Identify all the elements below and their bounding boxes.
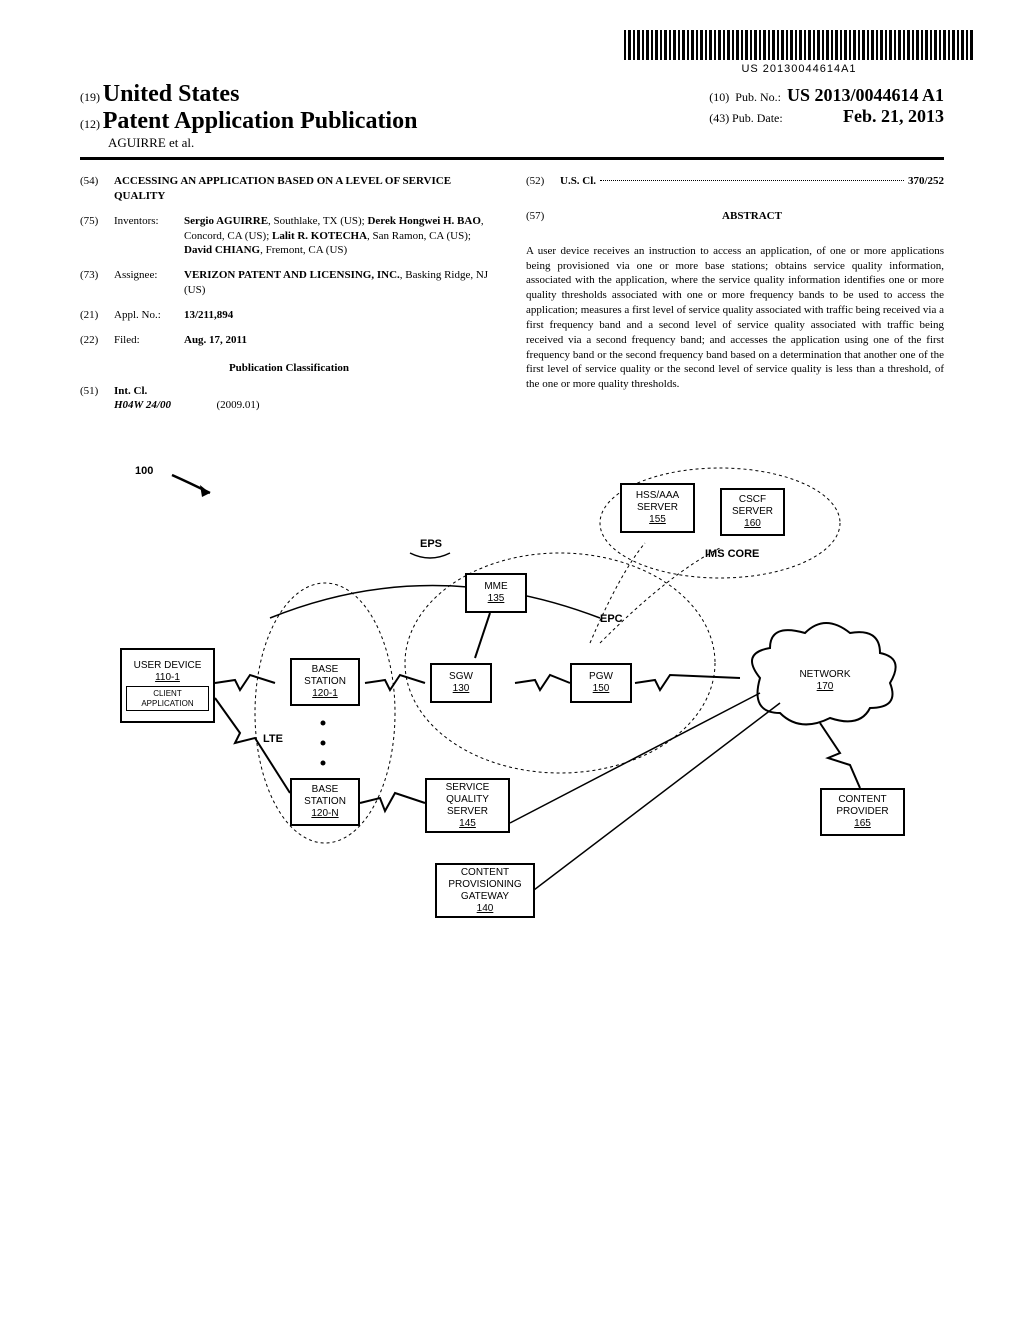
filed-value: Aug. 17, 2011	[184, 333, 498, 348]
code-22: (22)	[80, 333, 114, 348]
left-column: (54) ACCESSING AN APPLICATION BASED ON A…	[80, 174, 498, 423]
code-21: (21)	[80, 308, 114, 323]
appl-no-value: 13/211,894	[184, 308, 498, 323]
code-57: (57)	[526, 209, 560, 224]
inventor-name-4: David CHIANG	[184, 244, 260, 256]
field-abstract-heading: (57) ABSTRACT	[526, 209, 944, 234]
code-73: (73)	[80, 268, 114, 298]
header-left: (19) United States (12) Patent Applicati…	[80, 81, 417, 151]
header-block: (19) United States (12) Patent Applicati…	[80, 81, 944, 151]
authors-line: AGUIRRE et al.	[80, 135, 417, 151]
label-lte: LTE	[263, 733, 283, 745]
code-10: (10)	[709, 90, 729, 105]
figure-1: 100 EPS LTE EPC IMS CORE USER DEVICE 110…	[80, 453, 944, 983]
box-client-app: CLIENT APPLICATION	[126, 686, 209, 711]
us-cl-value: 370/252	[908, 174, 944, 189]
field-filed: (22) Filed: Aug. 17, 2011	[80, 333, 498, 348]
code-43: (43)	[709, 111, 729, 125]
patent-page: US 20130044614A1 (19) United States (12)…	[0, 0, 1024, 1320]
barcode-text: US 20130044614A1	[624, 63, 974, 75]
field-title: (54) ACCESSING AN APPLICATION BASED ON A…	[80, 174, 498, 204]
assignee-name: VERIZON PATENT AND LICENSING, INC.	[184, 269, 400, 281]
box-sqs: SERVICE QUALITY SERVER 145	[425, 778, 510, 833]
box-base-station-n: BASE STATION 120-N	[290, 778, 360, 826]
pub-no-label: Pub. No.:	[735, 90, 781, 105]
box-user-device: USER DEVICE 110-1 CLIENT APPLICATION	[120, 648, 215, 723]
box-hss: HSS/AAA SERVER 155	[620, 483, 695, 533]
field-us-cl: (52) U.S. Cl. 370/252	[526, 174, 944, 189]
inventor-name-1: Sergio AGUIRRE	[184, 215, 268, 227]
header-right: (10) Pub. No.: US 2013/0044614 A1 (43) P…	[709, 85, 944, 127]
int-cl-label: Int. Cl.	[114, 385, 147, 397]
country: United States	[103, 81, 240, 107]
pub-date-label: Pub. Date:	[732, 111, 783, 125]
box-sgw: SGW 130	[430, 663, 492, 703]
box-base-station-1: BASE STATION 120-1	[290, 658, 360, 706]
inventor-name-3: Lalit R. KOTECHA	[272, 230, 367, 242]
doc-type: Patent Application Publication	[103, 108, 418, 134]
abstract-text: A user device receives an instruction to…	[526, 244, 944, 392]
field-appl-no: (21) Appl. No.: 13/211,894	[80, 308, 498, 323]
int-cl-class: H04W 24/00	[114, 399, 171, 411]
assignee-value: VERIZON PATENT AND LICENSING, INC., Bask…	[184, 268, 498, 298]
box-pgw: PGW 150	[570, 663, 632, 703]
label-ims: IMS CORE	[705, 548, 759, 560]
box-cpg: CONTENT PROVISIONING GATEWAY 140	[435, 863, 535, 918]
int-cl-edition: (2009.01)	[216, 399, 259, 411]
box-cscf: CSCF SERVER 160	[720, 488, 785, 536]
box-mme: MME 135	[465, 573, 527, 613]
code-52: (52)	[526, 174, 560, 189]
code-54: (54)	[80, 174, 114, 204]
right-column: (52) U.S. Cl. 370/252 (57) ABSTRACT A us…	[526, 174, 944, 423]
code-51: (51)	[80, 384, 114, 414]
pub-no-value: US 2013/0044614 A1	[787, 85, 944, 106]
label-eps: EPS	[420, 538, 442, 550]
field-inventors: (75) Inventors: Sergio AGUIRRE, Southlak…	[80, 214, 498, 259]
pub-date-value: Feb. 21, 2013	[843, 106, 944, 127]
us-cl-label: U.S. Cl.	[560, 174, 596, 189]
biblio-columns: (54) ACCESSING AN APPLICATION BASED ON A…	[80, 174, 944, 423]
pub-class-heading: Publication Classification	[80, 362, 498, 374]
box-content-provider: CONTENT PROVIDER 165	[820, 788, 905, 836]
title-value: ACCESSING AN APPLICATION BASED ON A LEVE…	[114, 174, 498, 204]
barcode-block: US 20130044614A1	[80, 30, 974, 75]
inventors-label: Inventors:	[114, 214, 184, 259]
filed-label: Filed:	[114, 333, 184, 348]
field-int-cl: (51) Int. Cl. H04W 24/00 (2009.01)	[80, 384, 498, 414]
field-assignee: (73) Assignee: VERIZON PATENT AND LICENS…	[80, 268, 498, 298]
abstract-label: ABSTRACT	[560, 209, 944, 224]
code-19: (19)	[80, 90, 100, 104]
box-network: NETWORK 170	[785, 661, 865, 701]
code-12: (12)	[80, 117, 100, 131]
inventors-value: Sergio AGUIRRE, Southlake, TX (US); Dere…	[184, 214, 498, 259]
int-cl-value: Int. Cl. H04W 24/00 (2009.01)	[114, 384, 498, 414]
assignee-label: Assignee:	[114, 268, 184, 298]
inventor-name-2: Derek Hongwei H. BAO	[367, 215, 480, 227]
label-epc: EPC	[600, 613, 623, 625]
barcode-graphic	[624, 30, 974, 60]
figure-ref-100: 100	[135, 465, 153, 477]
code-75: (75)	[80, 214, 114, 259]
dotted-leader	[600, 180, 904, 181]
appl-no-label: Appl. No.:	[114, 308, 184, 323]
header-rule	[80, 157, 944, 160]
